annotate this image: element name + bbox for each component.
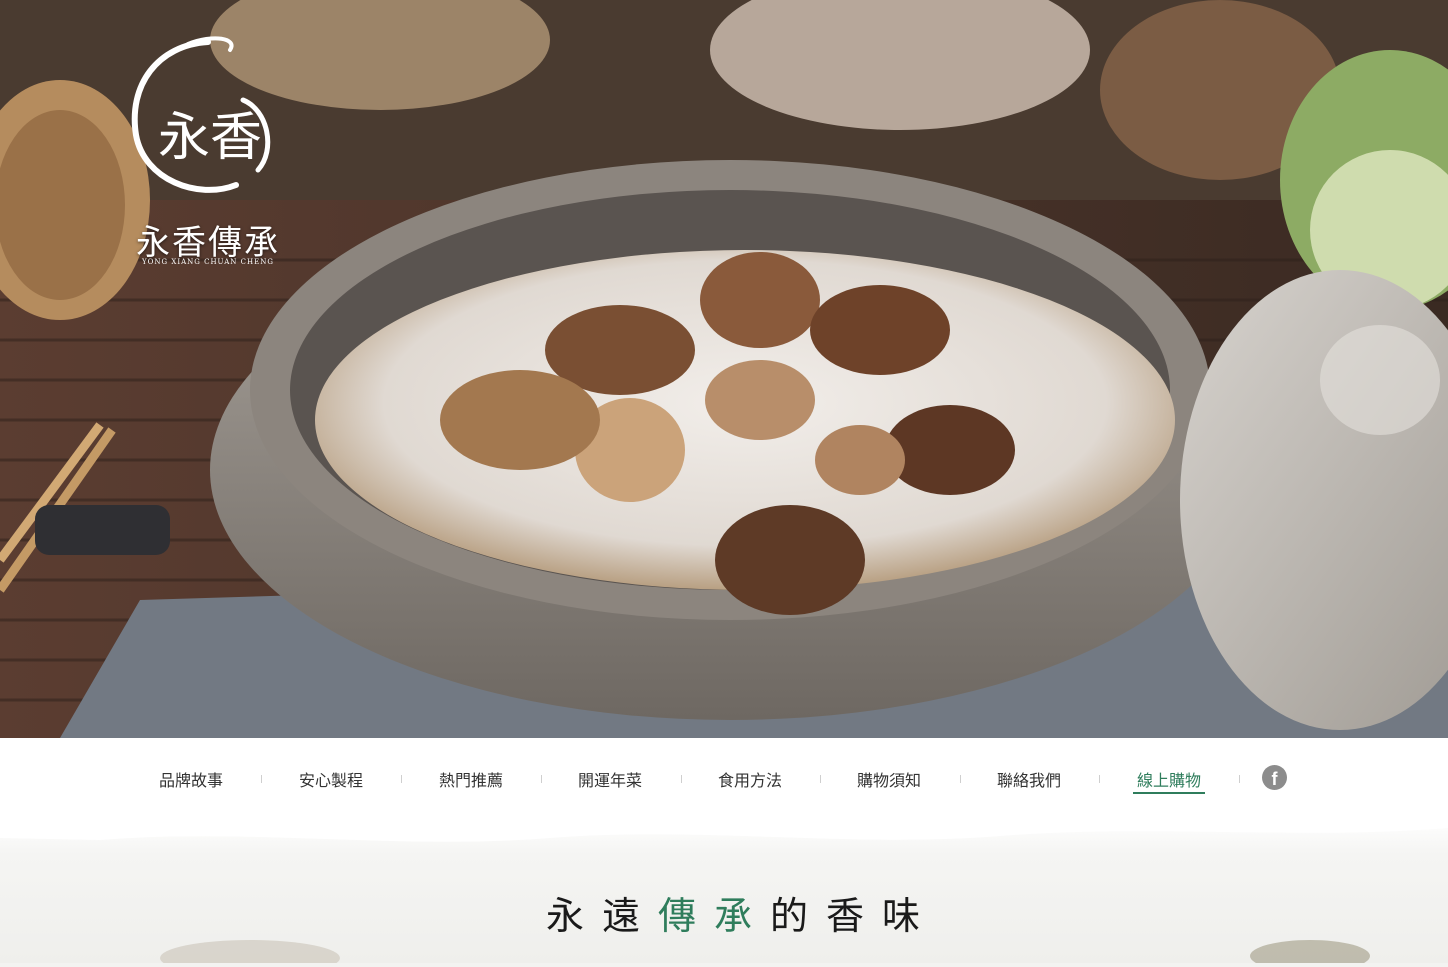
nav-divider bbox=[401, 775, 402, 783]
hero-banner: 永香 永香傳承 YONG XIANG CHUAN CHENG bbox=[0, 0, 1448, 738]
nav-divider bbox=[820, 775, 821, 783]
tagline: 永遠傳承的香味 bbox=[0, 885, 1448, 940]
nav-item-contact-us[interactable]: 聯絡我們 bbox=[974, 767, 1084, 793]
tagline-part-2: 的香味 bbox=[770, 894, 939, 938]
nav-divider bbox=[541, 775, 542, 783]
logo-emblem-icon: 永香 bbox=[131, 36, 271, 193]
nav-item-brand-story[interactable]: 品牌故事 bbox=[136, 767, 246, 793]
nav-item-safe-process[interactable]: 安心製程 bbox=[276, 767, 386, 793]
nav-divider bbox=[681, 775, 682, 783]
facebook-icon[interactable]: f bbox=[1262, 765, 1287, 790]
brand-name: 永香傳承 bbox=[136, 223, 280, 263]
nav-item-hot-picks[interactable]: 熱門推薦 bbox=[416, 767, 526, 793]
tagline-part-1: 永遠 bbox=[545, 894, 658, 938]
nav-item-how-to-eat[interactable]: 食用方法 bbox=[695, 767, 805, 793]
logo-seal-text: 永香 bbox=[158, 108, 262, 168]
nav-item-new-year-dishes[interactable]: 開運年菜 bbox=[555, 767, 665, 793]
tagline-accent: 傳承 bbox=[657, 894, 770, 938]
nav-divider bbox=[1099, 775, 1100, 783]
active-nav-underline bbox=[1133, 792, 1205, 794]
brand-romanization: YONG XIANG CHUAN CHENG bbox=[142, 258, 274, 266]
nav-divider bbox=[960, 775, 961, 783]
nav-divider bbox=[1239, 775, 1240, 783]
nav-divider bbox=[261, 775, 262, 783]
brand-logo[interactable]: 永香 永香傳承 YONG XIANG CHUAN CHENG bbox=[118, 30, 298, 270]
nav-item-shopping-notes[interactable]: 購物須知 bbox=[834, 767, 944, 793]
nav-item-online-shopping[interactable]: 線上購物 bbox=[1114, 767, 1224, 793]
